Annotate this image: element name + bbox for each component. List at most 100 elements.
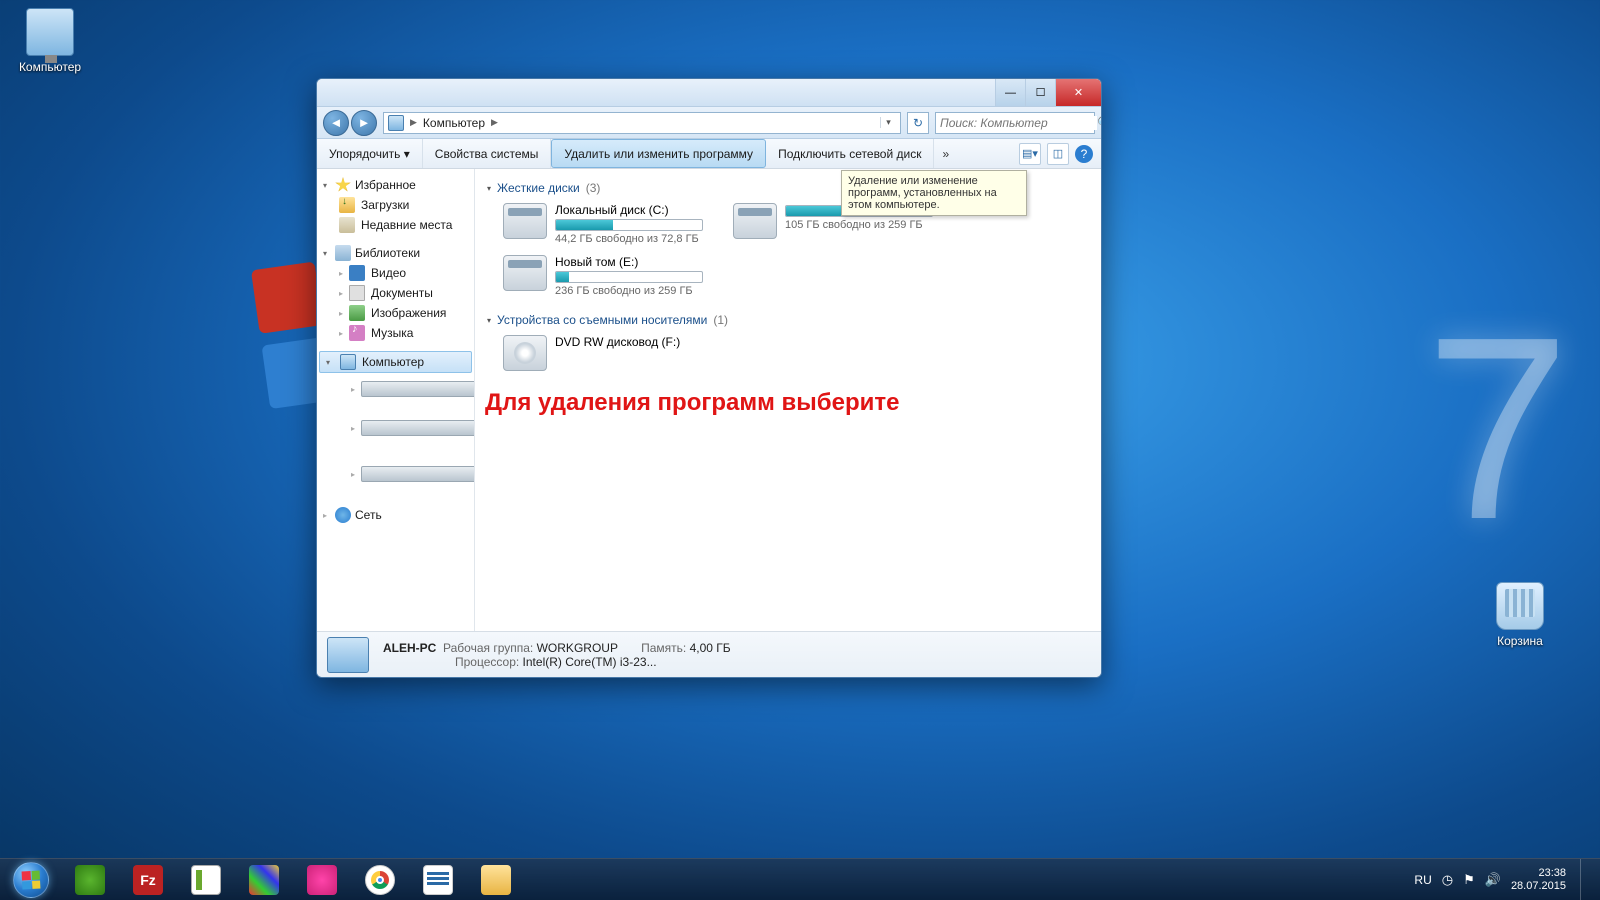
desktop-icon-computer[interactable]: Компьютер <box>10 8 90 74</box>
sidebar-item-network[interactable]: ▸Сеть <box>317 505 474 525</box>
clock-date[interactable]: 28.07.2015 <box>1511 880 1566 893</box>
minimize-button[interactable]: — <box>995 79 1025 106</box>
help-button[interactable]: ? <box>1075 145 1093 163</box>
sidebar-item-recent[interactable]: Недавние места <box>317 215 474 235</box>
drive-icon <box>361 466 475 482</box>
address-dropdown[interactable]: ▾ <box>880 117 896 128</box>
computer-icon <box>388 115 404 131</box>
drive-icon <box>503 255 547 291</box>
computer-icon <box>327 637 369 673</box>
forward-button[interactable]: ► <box>351 110 377 136</box>
details-pane: ALEH-PC Рабочая группа: WORKGROUP Память… <box>317 631 1101 677</box>
drive-icon <box>733 203 777 239</box>
search-icon: 🔍 <box>1097 116 1102 130</box>
address-bar[interactable]: ▶ Компьютер ▶ ▾ <box>383 112 901 134</box>
taskbar-app-4[interactable] <box>236 861 292 899</box>
overflow-button[interactable]: » <box>934 147 957 161</box>
drive-free: 236 ГБ свободно из 259 ГБ <box>555 285 703 297</box>
taskbar-app-5[interactable] <box>294 861 350 899</box>
taskbar-app-1[interactable] <box>62 861 118 899</box>
search-box[interactable]: 🔍 <box>935 112 1095 134</box>
maximize-button[interactable]: ☐ <box>1025 79 1055 106</box>
back-button[interactable]: ◄ <box>323 110 349 136</box>
volume-icon[interactable]: 🔊 <box>1485 872 1501 888</box>
video-icon <box>349 265 365 281</box>
desktop-icon-label: Корзина <box>1480 634 1560 648</box>
titlebar[interactable]: — ☐ ✕ <box>317 79 1101 107</box>
sidebar-group-favorites[interactable]: ▾Избранное <box>317 175 474 195</box>
recent-icon <box>339 217 355 233</box>
annotation-text: Для удаления программ выберите <box>485 389 899 417</box>
drive-item-e[interactable]: Новый том (E:) 236 ГБ свободно из 259 ГБ <box>503 255 703 297</box>
chevron-right-icon: ▶ <box>491 117 498 128</box>
explorer-window: — ☐ ✕ ◄ ► ▶ Компьютер ▶ ▾ ↻ 🔍 Упорядочит… <box>316 78 1102 678</box>
section-removable[interactable]: ▾Устройства со съемными носителями (1) <box>487 309 1089 331</box>
close-button[interactable]: ✕ <box>1055 79 1101 106</box>
action-center-icon[interactable]: ⚑ <box>1463 872 1475 888</box>
drive-icon <box>361 381 475 397</box>
view-options-button[interactable]: ▤▾ <box>1019 143 1041 165</box>
dvd-drive-icon <box>503 335 547 371</box>
sidebar-group-libraries[interactable]: ▾Библиотеки <box>317 243 474 263</box>
sidebar-item-music[interactable]: ▸Музыка <box>317 323 474 343</box>
language-indicator[interactable]: RU <box>1414 873 1431 887</box>
pc-name: ALEH-PC <box>383 641 436 655</box>
drive-name: Новый том (E:) <box>555 255 703 269</box>
star-icon <box>335 177 351 193</box>
windows-7-decor: 7 <box>1425 280 1570 579</box>
sidebar-item-downloads[interactable]: Загрузки <box>317 195 474 215</box>
taskbar-app-chrome[interactable] <box>352 861 408 899</box>
tooltip: Удаление или изменение программ, установ… <box>841 170 1027 216</box>
refresh-button[interactable]: ↻ <box>907 112 929 134</box>
drive-item-c[interactable]: Локальный диск (C:) 44,2 ГБ свободно из … <box>503 203 703 245</box>
drive-item-dvd[interactable]: DVD RW дисковод (F:) <box>503 335 703 371</box>
desktop-icon-trash[interactable]: Корзина <box>1480 582 1560 648</box>
drive-icon <box>361 420 475 436</box>
system-properties-button[interactable]: Свойства системы <box>423 139 552 168</box>
sidebar-item-video[interactable]: ▸Видео <box>317 263 474 283</box>
nav-row: ◄ ► ▶ Компьютер ▶ ▾ ↻ 🔍 <box>317 107 1101 139</box>
drive-icon <box>503 203 547 239</box>
music-icon <box>349 325 365 341</box>
uninstall-program-button[interactable]: Удалить или изменить программу <box>551 139 766 168</box>
monitor-icon <box>26 8 74 56</box>
content-pane: Удаление или изменение программ, установ… <box>475 169 1101 631</box>
taskbar-app-filezilla[interactable]: Fz <box>120 861 176 899</box>
navigation-pane: ▾Избранное Загрузки Недавние места ▾Библ… <box>317 169 475 631</box>
map-network-drive-button[interactable]: Подключить сетевой диск <box>766 139 934 168</box>
drive-free: 105 ГБ свободно из 259 ГБ <box>785 219 933 231</box>
trash-icon <box>1496 582 1544 630</box>
tray-icon[interactable]: ◷ <box>1442 872 1453 888</box>
drive-name: Локальный диск (C:) <box>555 203 703 217</box>
preview-pane-button[interactable]: ◫ <box>1047 143 1069 165</box>
chevron-right-icon: ▶ <box>410 117 417 128</box>
sidebar-item-documents[interactable]: ▸Документы <box>317 283 474 303</box>
taskbar: Fz RU ◷ ⚑ 🔊 23:38 28.07.2015 <box>0 858 1600 900</box>
search-input[interactable] <box>940 116 1097 130</box>
network-icon <box>335 507 351 523</box>
command-bar: Упорядочить ▾ Свойства системы Удалить и… <box>317 139 1101 169</box>
annotation-arrow <box>970 349 1101 589</box>
library-icon <box>335 245 351 261</box>
computer-icon <box>340 354 356 370</box>
show-desktop-button[interactable] <box>1580 859 1590 900</box>
sidebar-item-drive-d[interactable]: ▸Новый том (D:) <box>317 405 474 451</box>
image-icon <box>349 305 365 321</box>
document-icon <box>349 285 365 301</box>
taskbar-app-notepadpp[interactable] <box>178 861 234 899</box>
download-icon <box>339 197 355 213</box>
drive-free: 44,2 ГБ свободно из 72,8 ГБ <box>555 233 703 245</box>
organize-button[interactable]: Упорядочить ▾ <box>317 139 423 168</box>
drive-name: DVD RW дисковод (F:) <box>555 335 703 349</box>
sidebar-item-images[interactable]: ▸Изображения <box>317 303 474 323</box>
usage-bar <box>555 271 703 283</box>
sidebar-item-computer[interactable]: ▾Компьютер <box>319 351 472 373</box>
clock-time[interactable]: 23:38 <box>1511 867 1566 880</box>
start-button[interactable] <box>4 861 58 899</box>
sidebar-item-drive-e[interactable]: ▸Новый том (E:) <box>317 451 474 497</box>
breadcrumb-item[interactable]: Компьютер <box>423 116 485 130</box>
system-tray: RU ◷ ⚑ 🔊 23:38 28.07.2015 <box>1414 859 1596 900</box>
sidebar-item-drive-c[interactable]: ▸Локальный диск (C:) <box>317 373 474 405</box>
taskbar-app-writer[interactable] <box>410 861 466 899</box>
taskbar-app-explorer[interactable] <box>468 861 524 899</box>
